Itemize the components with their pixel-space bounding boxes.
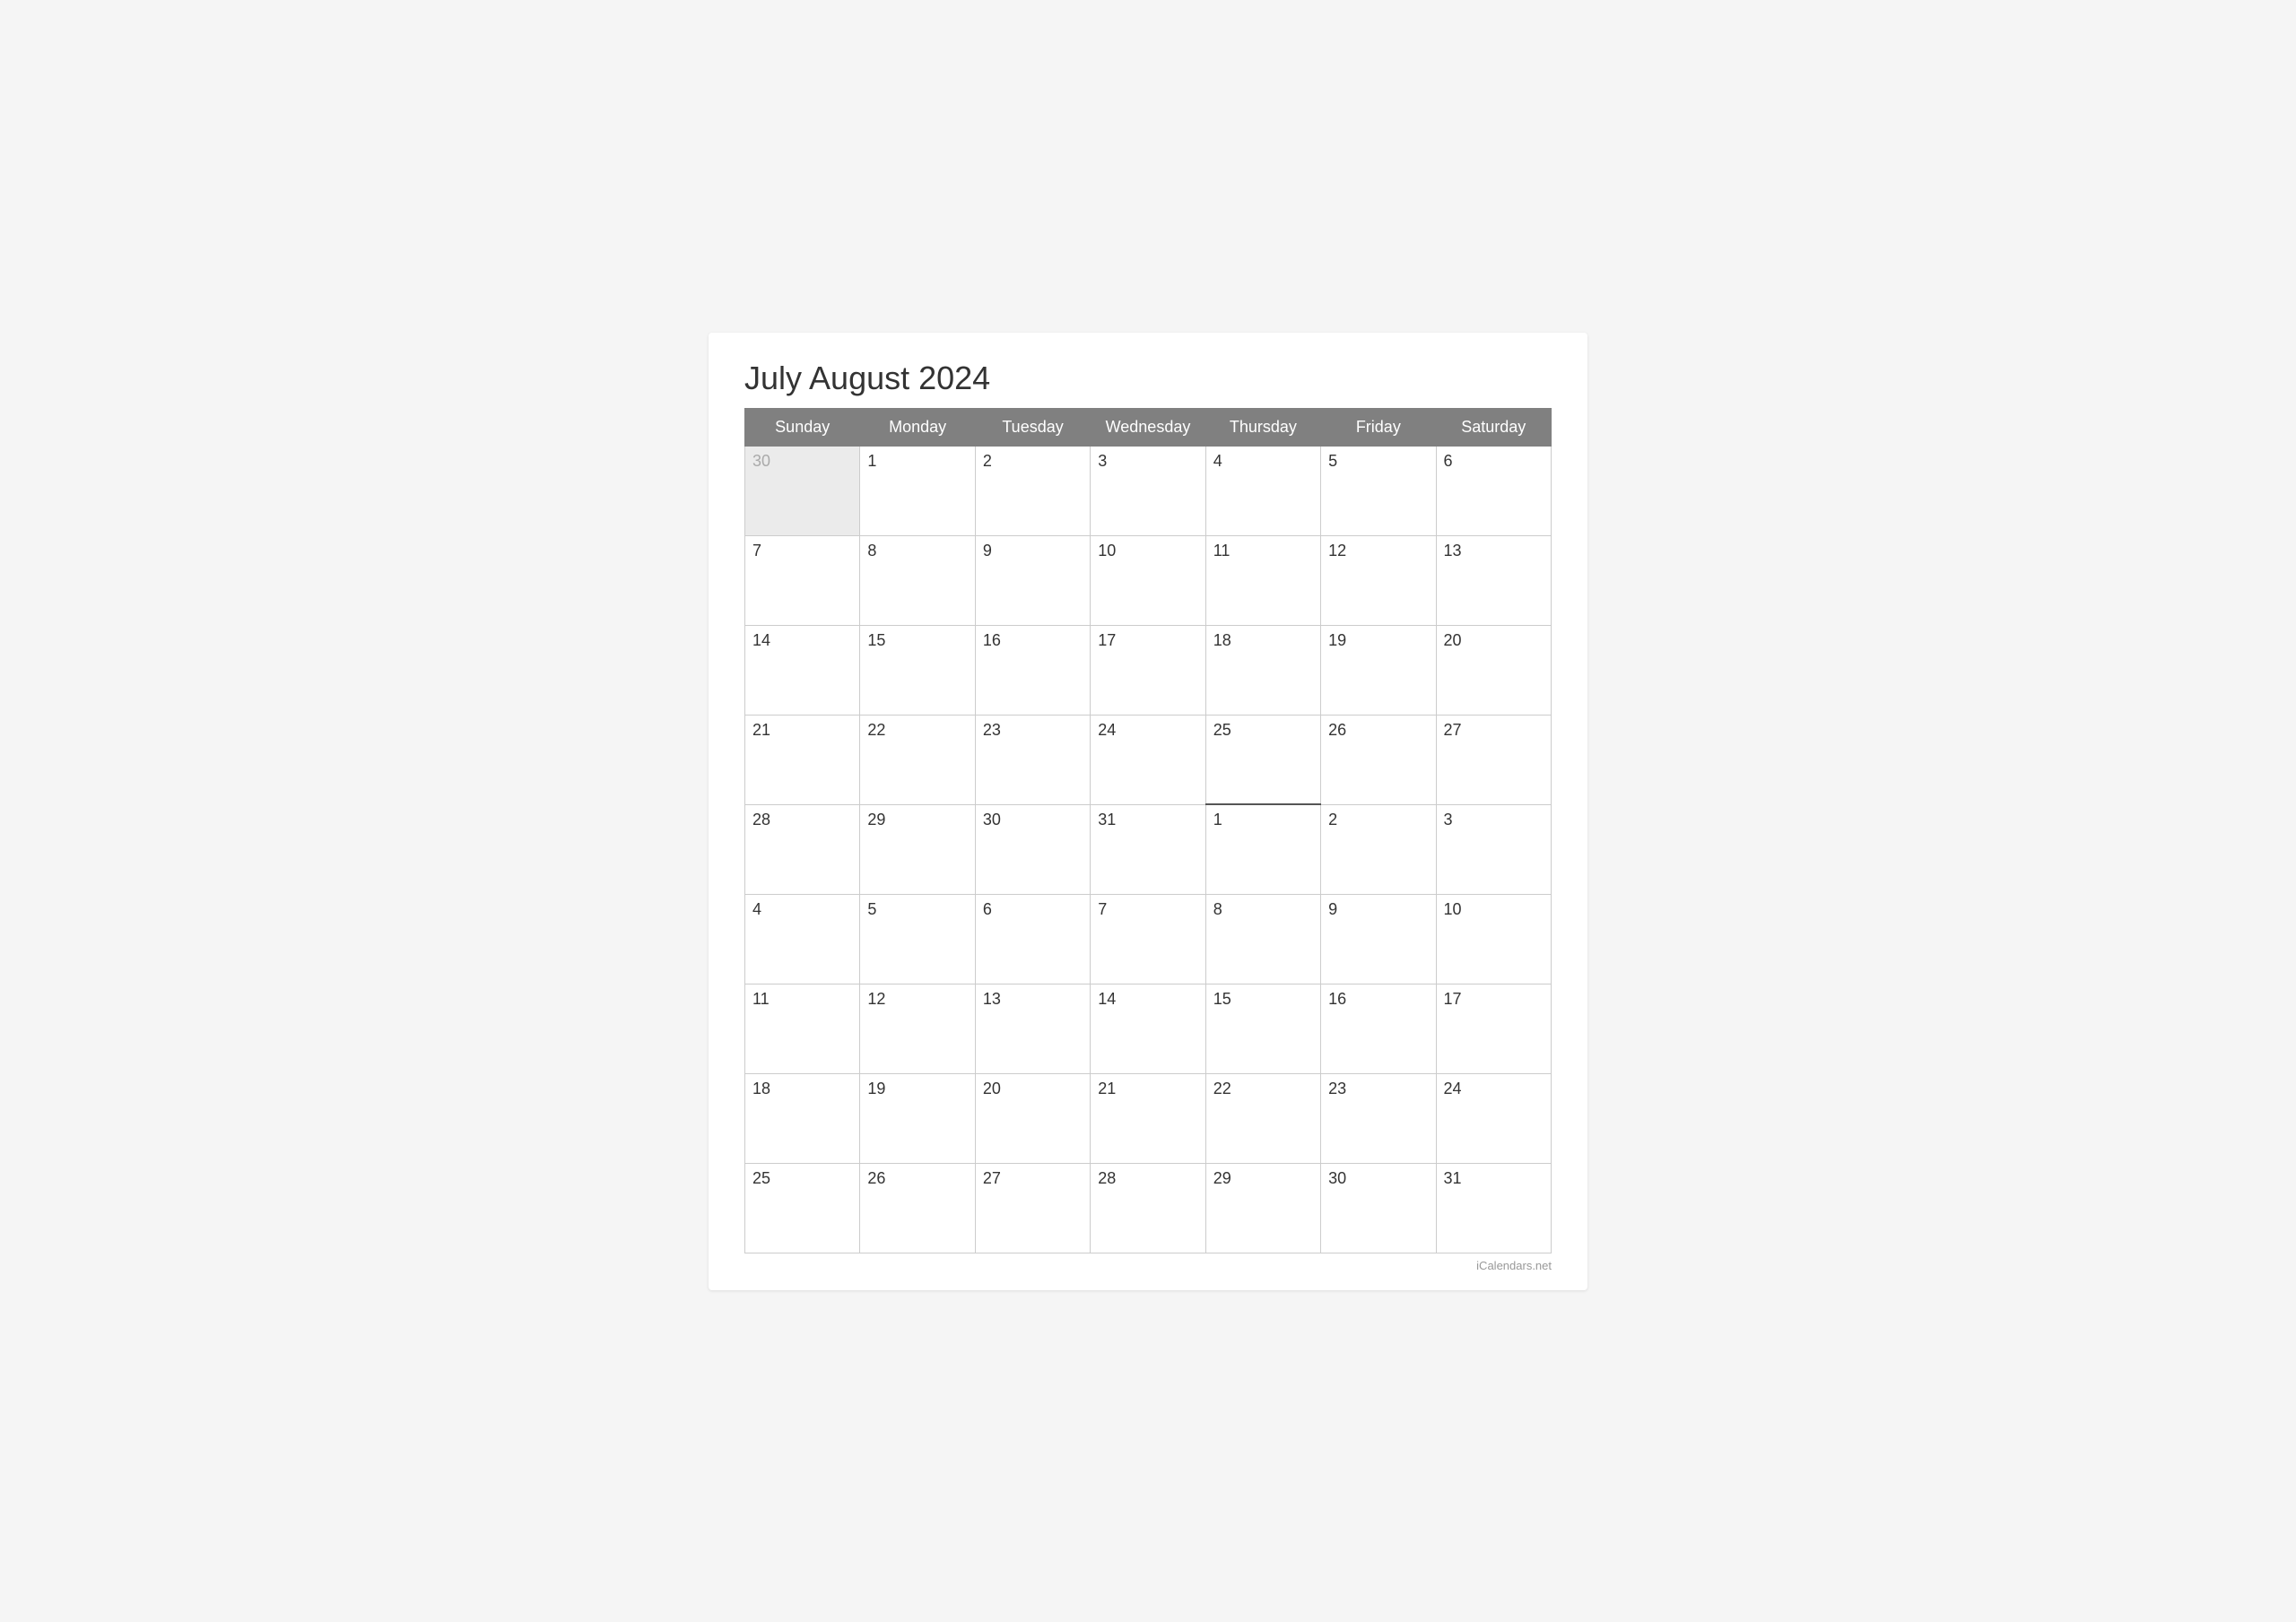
calendar-week-row: 14151617181920 — [745, 625, 1552, 715]
calendar-day-cell: 6 — [1436, 446, 1551, 535]
calendar-day-cell: 2 — [1321, 804, 1436, 894]
calendar-header-cell: Sunday — [745, 408, 860, 446]
calendar-day-cell: 26 — [860, 1163, 975, 1253]
calendar-header-cell: Saturday — [1436, 408, 1551, 446]
calendar-day-cell: 7 — [1091, 894, 1205, 984]
calendar-week-row: 25262728293031 — [745, 1163, 1552, 1253]
calendar-header-cell: Thursday — [1205, 408, 1320, 446]
calendar-day-cell: 13 — [1436, 535, 1551, 625]
calendar-day-cell: 21 — [1091, 1073, 1205, 1163]
calendar-day-cell: 5 — [1321, 446, 1436, 535]
calendar-day-cell: 6 — [975, 894, 1090, 984]
calendar-day-cell: 16 — [975, 625, 1090, 715]
calendar-week-row: 18192021222324 — [745, 1073, 1552, 1163]
calendar-day-cell: 1 — [1205, 804, 1320, 894]
calendar-header-cell: Tuesday — [975, 408, 1090, 446]
calendar-day-cell: 13 — [975, 984, 1090, 1073]
calendar-day-cell: 11 — [1205, 535, 1320, 625]
calendar-body: 3012345678910111213141516171819202122232… — [745, 446, 1552, 1253]
calendar-title: July August 2024 — [744, 360, 1552, 397]
calendar-day-cell: 18 — [1205, 625, 1320, 715]
calendar-day-cell: 17 — [1091, 625, 1205, 715]
calendar-day-cell: 16 — [1321, 984, 1436, 1073]
calendar-day-cell: 9 — [975, 535, 1090, 625]
calendar-day-cell: 10 — [1091, 535, 1205, 625]
calendar-day-cell: 11 — [745, 984, 860, 1073]
calendar-week-row: 21222324252627 — [745, 715, 1552, 804]
calendar-header-cell: Monday — [860, 408, 975, 446]
calendar-day-cell: 25 — [745, 1163, 860, 1253]
calendar-day-cell: 29 — [860, 804, 975, 894]
calendar-header-row: SundayMondayTuesdayWednesdayThursdayFrid… — [745, 408, 1552, 446]
calendar-day-cell: 23 — [1321, 1073, 1436, 1163]
calendar-header-cell: Friday — [1321, 408, 1436, 446]
calendar-day-cell: 3 — [1091, 446, 1205, 535]
calendar-day-cell: 10 — [1436, 894, 1551, 984]
calendar-day-cell: 15 — [1205, 984, 1320, 1073]
calendar-day-cell: 15 — [860, 625, 975, 715]
calendar-day-cell: 14 — [1091, 984, 1205, 1073]
calendar-day-cell: 29 — [1205, 1163, 1320, 1253]
calendar-day-cell: 4 — [1205, 446, 1320, 535]
calendar-header-cell: Wednesday — [1091, 408, 1205, 446]
calendar-day-cell: 24 — [1436, 1073, 1551, 1163]
calendar-day-cell: 27 — [975, 1163, 1090, 1253]
calendar-day-cell: 31 — [1436, 1163, 1551, 1253]
calendar-day-cell: 8 — [860, 535, 975, 625]
calendar-day-cell: 8 — [1205, 894, 1320, 984]
calendar-week-row: 78910111213 — [745, 535, 1552, 625]
watermark: iCalendars.net — [744, 1259, 1552, 1272]
calendar-container: July August 2024 SundayMondayTuesdayWedn… — [709, 333, 1587, 1290]
calendar-day-cell: 26 — [1321, 715, 1436, 804]
calendar-day-cell: 4 — [745, 894, 860, 984]
calendar-day-cell: 9 — [1321, 894, 1436, 984]
calendar-day-cell: 28 — [1091, 1163, 1205, 1253]
calendar-day-cell: 25 — [1205, 715, 1320, 804]
calendar-week-row: 45678910 — [745, 894, 1552, 984]
calendar-day-cell: 12 — [860, 984, 975, 1073]
calendar-day-cell: 19 — [860, 1073, 975, 1163]
calendar-day-cell: 12 — [1321, 535, 1436, 625]
calendar-day-cell: 7 — [745, 535, 860, 625]
calendar-day-cell: 23 — [975, 715, 1090, 804]
calendar-day-cell: 2 — [975, 446, 1090, 535]
calendar-day-cell: 30 — [975, 804, 1090, 894]
calendar-week-row: 28293031123 — [745, 804, 1552, 894]
calendar-week-row: 30123456 — [745, 446, 1552, 535]
calendar-day-cell: 22 — [860, 715, 975, 804]
calendar-day-cell: 17 — [1436, 984, 1551, 1073]
calendar-day-cell: 20 — [1436, 625, 1551, 715]
calendar-day-cell: 31 — [1091, 804, 1205, 894]
calendar-day-cell: 21 — [745, 715, 860, 804]
calendar-day-cell: 22 — [1205, 1073, 1320, 1163]
calendar-day-cell: 1 — [860, 446, 975, 535]
calendar-day-cell: 20 — [975, 1073, 1090, 1163]
calendar-day-cell: 24 — [1091, 715, 1205, 804]
calendar-day-cell: 18 — [745, 1073, 860, 1163]
calendar-week-row: 11121314151617 — [745, 984, 1552, 1073]
calendar-day-cell: 30 — [1321, 1163, 1436, 1253]
calendar-day-cell: 30 — [745, 446, 860, 535]
calendar-day-cell: 27 — [1436, 715, 1551, 804]
calendar-table: SundayMondayTuesdayWednesdayThursdayFrid… — [744, 408, 1552, 1253]
calendar-day-cell: 3 — [1436, 804, 1551, 894]
calendar-day-cell: 5 — [860, 894, 975, 984]
calendar-day-cell: 19 — [1321, 625, 1436, 715]
calendar-day-cell: 28 — [745, 804, 860, 894]
calendar-day-cell: 14 — [745, 625, 860, 715]
